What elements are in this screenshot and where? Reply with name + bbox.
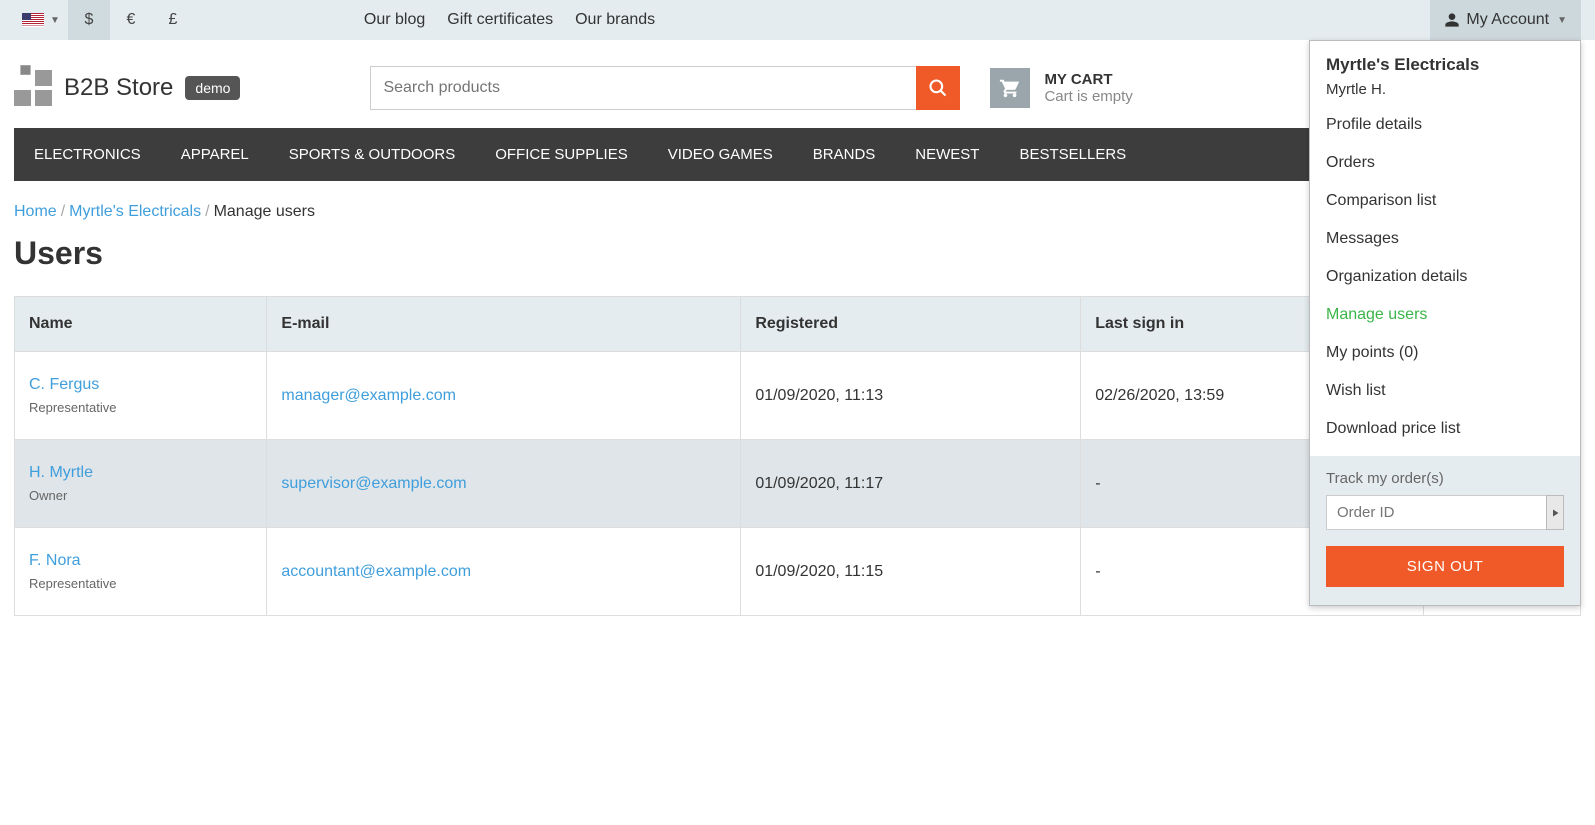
account-menu-item[interactable]: Comparison list <box>1326 182 1564 220</box>
track-order-button[interactable] <box>1546 495 1564 530</box>
language-selector[interactable]: ▼ <box>14 13 68 27</box>
logo-icon <box>14 70 52 106</box>
user-role: Representative <box>29 400 252 415</box>
top-link-brands[interactable]: Our brands <box>575 11 655 29</box>
nav-item-newest[interactable]: NEWEST <box>895 128 999 181</box>
account-menu-item[interactable]: My points (0) <box>1326 334 1564 372</box>
flag-icon <box>22 13 44 27</box>
breadcrumb-separator: / <box>61 203 65 220</box>
nav-item-sports-outdoors[interactable]: SPORTS & OUTDOORS <box>269 128 475 181</box>
search-input[interactable] <box>370 66 916 110</box>
account-company: Myrtle's Electricals <box>1310 41 1580 81</box>
track-order-box: Track my order(s) SIGN OUT <box>1310 456 1580 605</box>
account-menu-item[interactable]: Download price list <box>1326 410 1564 448</box>
track-order-input[interactable] <box>1326 495 1546 530</box>
user-registered: 01/09/2020, 11:17 <box>741 440 1081 528</box>
search-wrap <box>370 66 960 110</box>
demo-badge: demo <box>185 76 240 100</box>
logo-text: B2B Store <box>64 74 173 102</box>
nav-item-office-supplies[interactable]: OFFICE SUPPLIES <box>475 128 648 181</box>
cart-title: MY CART <box>1044 71 1132 88</box>
breadcrumb-item[interactable]: Myrtle's Electricals <box>69 203 201 220</box>
currency-eur[interactable]: € <box>110 0 152 40</box>
top-link-blog[interactable]: Our blog <box>364 11 425 29</box>
my-account-trigger[interactable]: My Account ▼ <box>1430 0 1581 40</box>
nav-item-apparel[interactable]: APPAREL <box>161 128 269 181</box>
top-bar: ▼ $ € £ Our blog Gift certificates Our b… <box>0 0 1595 40</box>
user-email[interactable]: supervisor@example.com <box>267 440 741 528</box>
cart-text: MY CART Cart is empty <box>1044 68 1132 108</box>
breadcrumb-separator: / <box>205 203 209 220</box>
user-email[interactable]: accountant@example.com <box>267 528 741 616</box>
table-header: Name <box>15 297 267 352</box>
user-registered: 01/09/2020, 11:15 <box>741 528 1081 616</box>
account-menu-item[interactable]: Manage users <box>1326 296 1564 334</box>
signout-button[interactable]: SIGN OUT <box>1326 546 1564 587</box>
chevron-down-icon: ▼ <box>1557 15 1567 26</box>
user-name-link[interactable]: H. Myrtle <box>29 464 252 482</box>
currency-usd[interactable]: $ <box>68 0 110 40</box>
top-link-gift[interactable]: Gift certificates <box>447 11 553 29</box>
nav-item-bestsellers[interactable]: BESTSELLERS <box>999 128 1146 181</box>
my-account-label: My Account <box>1466 11 1549 29</box>
cart-area[interactable]: MY CART Cart is empty <box>990 68 1132 108</box>
track-order-label: Track my order(s) <box>1326 470 1564 487</box>
account-menu: Profile detailsOrdersComparison listMess… <box>1310 106 1580 456</box>
top-bar-left: ▼ $ € £ <box>14 0 194 40</box>
user-name-link[interactable]: F. Nora <box>29 552 252 570</box>
user-registered: 01/09/2020, 11:13 <box>741 352 1081 440</box>
nav-item-electronics[interactable]: ELECTRONICS <box>14 128 161 181</box>
account-menu-item[interactable]: Wish list <box>1326 372 1564 410</box>
account-dropdown: Myrtle's Electricals Myrtle H. Profile d… <box>1309 40 1581 606</box>
account-menu-item[interactable]: Profile details <box>1326 106 1564 144</box>
currency-gbp[interactable]: £ <box>152 0 194 40</box>
account-menu-item[interactable]: Messages <box>1326 220 1564 258</box>
account-username: Myrtle H. <box>1310 81 1580 106</box>
breadcrumb-item[interactable]: Home <box>14 203 57 220</box>
search-icon <box>928 78 948 98</box>
nav-item-video-games[interactable]: VIDEO GAMES <box>648 128 793 181</box>
chevron-down-icon: ▼ <box>50 15 60 26</box>
account-menu-item[interactable]: Orders <box>1326 144 1564 182</box>
top-links: Our blog Gift certificates Our brands <box>364 11 655 29</box>
account-menu-item[interactable]: Organization details <box>1326 258 1564 296</box>
logo-area[interactable]: B2B Store demo <box>14 70 240 106</box>
user-role: Owner <box>29 488 252 503</box>
table-header: Registered <box>741 297 1081 352</box>
user-name-link[interactable]: C. Fergus <box>29 376 252 394</box>
user-role: Representative <box>29 576 252 591</box>
cart-status: Cart is empty <box>1044 88 1132 105</box>
nav-item-brands[interactable]: BRANDS <box>793 128 896 181</box>
breadcrumb-item: Manage users <box>214 203 315 220</box>
cart-icon <box>990 68 1030 108</box>
play-icon <box>1549 507 1561 519</box>
table-header: E-mail <box>267 297 741 352</box>
user-email[interactable]: manager@example.com <box>267 352 741 440</box>
person-icon <box>1444 12 1460 28</box>
search-button[interactable] <box>916 66 960 110</box>
